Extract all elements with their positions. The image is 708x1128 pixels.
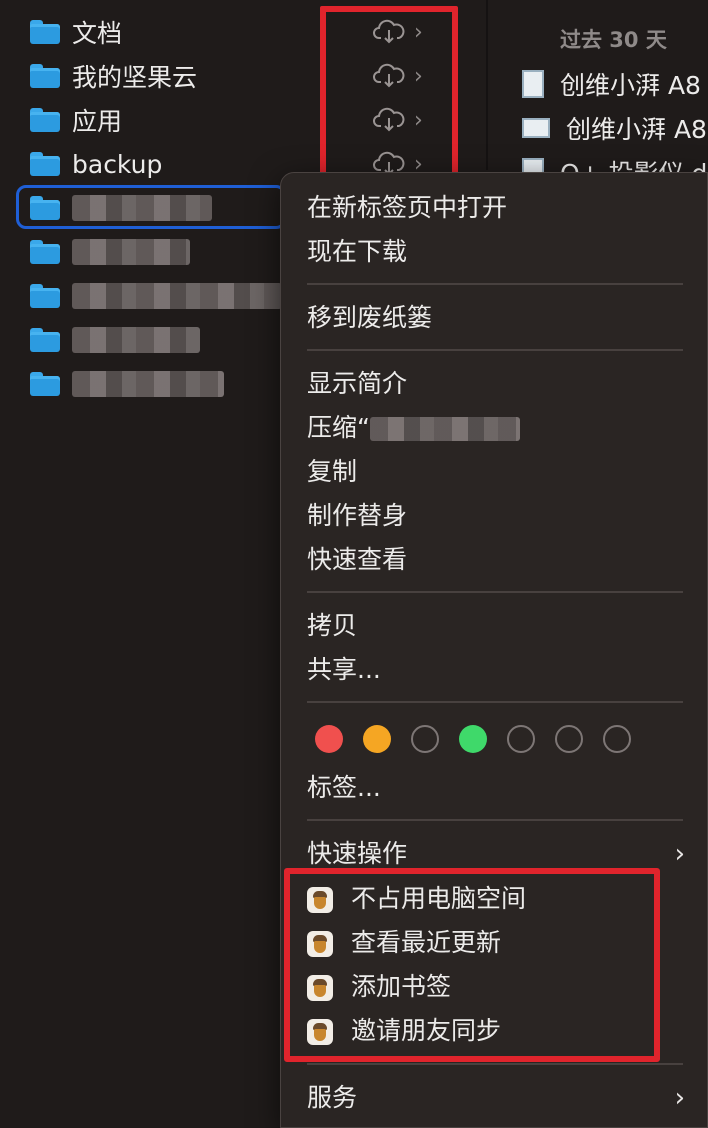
redacted-name (72, 195, 212, 221)
menu-item-quick-look[interactable]: 快速查看 (307, 540, 407, 580)
recent-item-name: 创维小湃 A8 (560, 71, 701, 100)
menu-item-make-alias[interactable]: 制作替身 (307, 496, 407, 536)
folder-icon (30, 372, 60, 396)
document-icon (522, 70, 544, 98)
image-icon (522, 118, 550, 138)
redacted-name (72, 239, 190, 265)
finder-window: 文档 我的坚果云 应用 backup › › › › 过去 30 天 创维小湃 … (0, 0, 708, 1128)
menu-separator (307, 349, 683, 351)
menu-item-copy[interactable]: 拷贝 (307, 606, 357, 646)
tag-color-dot[interactable] (363, 725, 391, 753)
menu-separator (307, 819, 683, 821)
folder-name: backup (72, 149, 163, 179)
recent-header: 过去 30 天 (560, 28, 667, 52)
chevron-right-icon: › (674, 839, 685, 869)
menu-item-compress[interactable]: 压缩“ (307, 408, 520, 448)
tag-empty-dot[interactable] (411, 725, 439, 753)
redacted-name (72, 371, 224, 397)
folder-icon (30, 20, 60, 44)
tag-color-dot[interactable] (459, 725, 487, 753)
folder-icon (30, 108, 60, 132)
highlight-box-cloud-icons (320, 6, 458, 190)
redacted-name (369, 417, 520, 441)
folder-icon (30, 152, 60, 176)
menu-item-move-to-trash[interactable]: 移到废纸篓 (307, 298, 432, 338)
tag-empty-dot[interactable] (603, 725, 631, 753)
folder-icon (30, 196, 60, 220)
quick-actions-label: 快速操作 (307, 839, 408, 868)
menu-separator (307, 283, 683, 285)
menu-item-duplicate[interactable]: 复制 (307, 452, 357, 492)
folder-row-redacted[interactable] (20, 276, 282, 316)
folder-name: 应用 (72, 107, 123, 136)
folder-icon (30, 64, 60, 88)
folder-icon (30, 284, 60, 308)
menu-item-download-now[interactable]: 现在下载 (307, 232, 407, 272)
menu-item-share[interactable]: 共享... (307, 650, 381, 690)
redacted-name (72, 283, 282, 309)
menu-separator (307, 591, 683, 593)
folder-row-redacted[interactable] (20, 188, 212, 228)
tag-empty-dot[interactable] (555, 725, 583, 753)
tag-color-dot[interactable] (315, 725, 343, 753)
folder-icon (30, 240, 60, 264)
folder-row-documents[interactable]: 文档 (20, 12, 122, 52)
recent-files-pane: 过去 30 天 创维小湃 A8 创维小湃 A8 Q+ 投影仪 d (488, 0, 708, 188)
folder-row-redacted[interactable] (20, 320, 200, 360)
folder-name: 我的坚果云 (72, 63, 198, 92)
menu-item-get-info[interactable]: 显示简介 (307, 364, 407, 404)
chevron-right-icon: › (674, 1083, 685, 1113)
compress-label: 压缩“ (307, 413, 370, 442)
menu-separator (307, 1063, 683, 1065)
folder-row-backup[interactable]: backup (20, 144, 162, 184)
recent-item[interactable]: 创维小湃 A8 (522, 66, 701, 102)
menu-item-services[interactable]: 服务 › (307, 1078, 685, 1118)
menu-item-tags[interactable]: 标签... (307, 768, 381, 808)
folder-row-redacted[interactable] (20, 364, 224, 404)
services-label: 服务 (307, 1083, 358, 1112)
redacted-name (72, 327, 200, 353)
highlight-box-nutstore-actions (284, 868, 660, 1062)
folder-icon (30, 328, 60, 352)
tag-empty-dot[interactable] (507, 725, 535, 753)
folder-row-redacted[interactable] (20, 232, 190, 272)
folder-row-apps[interactable]: 应用 (20, 100, 122, 140)
recent-item[interactable]: 创维小湃 A8 (522, 110, 707, 146)
menu-item-open-new-tab[interactable]: 在新标签页中打开 (307, 188, 507, 228)
folder-row-nutstore[interactable]: 我的坚果云 (20, 56, 197, 96)
recent-item-name: 创维小湃 A8 (566, 115, 707, 144)
folder-name: 文档 (72, 19, 123, 48)
menu-separator (307, 701, 683, 703)
